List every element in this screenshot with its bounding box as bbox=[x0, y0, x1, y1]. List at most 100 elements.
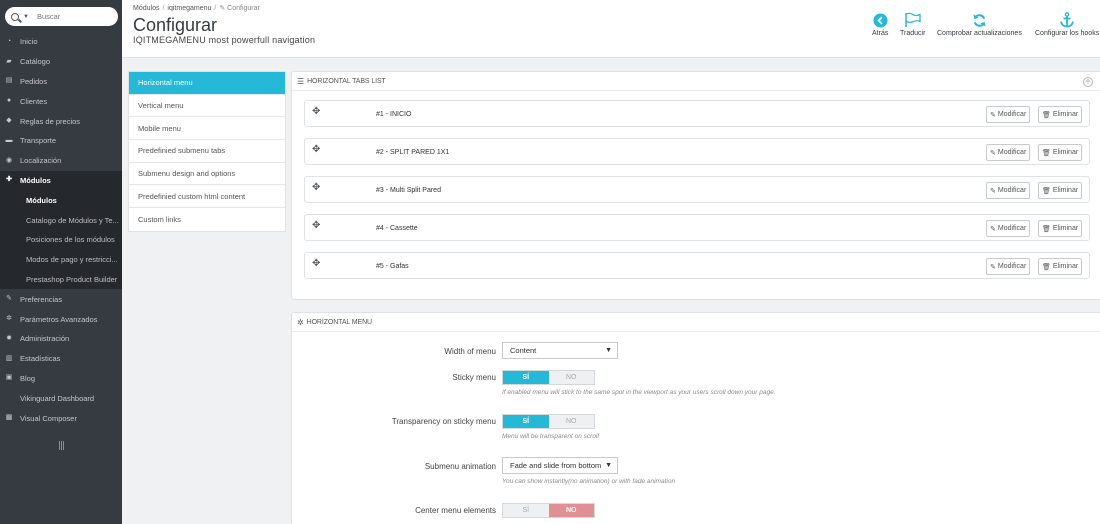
tab-predefined-html[interactable]: Predefinied custom html content bbox=[129, 185, 285, 209]
sidebar-item-localizacion[interactable]: ◉ Localización bbox=[0, 151, 122, 171]
sidebar-item-pedidos[interactable]: ▤ Pedidos bbox=[0, 72, 122, 92]
refresh-icon bbox=[972, 10, 987, 30]
tab-custom-links[interactable]: Custom links bbox=[129, 208, 285, 231]
transparency-switch[interactable]: SÍ NO bbox=[502, 414, 595, 429]
sidebar-item-transporte[interactable]: ▬ Transporte bbox=[0, 131, 122, 151]
sidebar-item-reglas[interactable]: ◆ Reglas de precios bbox=[0, 111, 122, 131]
transparency-yes-option[interactable]: SÍ bbox=[503, 415, 549, 428]
submenu-item-product-builder[interactable]: Prestashop Product Builder bbox=[0, 270, 122, 290]
sidebar-item-inicio[interactable]: ◔ Inicio bbox=[0, 32, 122, 52]
sidebar-item-parametros[interactable]: ✲ Parámetros Avanzados bbox=[0, 309, 122, 329]
sidebar-item-administracion[interactable]: ✹ Administración bbox=[0, 329, 122, 349]
edit-label: Modificar bbox=[997, 149, 1027, 156]
breadcrumb-modulos[interactable]: Módulos bbox=[133, 5, 159, 12]
translate-button[interactable]: Traducir bbox=[900, 10, 925, 37]
price-rules-icon: ◆ bbox=[6, 117, 12, 125]
search-icon[interactable] bbox=[11, 12, 19, 21]
drag-handle-icon[interactable]: ✥ bbox=[312, 106, 320, 117]
edit-button[interactable]: ✎ Modificar bbox=[986, 258, 1031, 275]
list-item[interactable]: ✥ #4 - Cassette ✎ Modificar 🗑 Eliminar bbox=[304, 214, 1090, 241]
check-updates-button[interactable]: Comprobar actualizaciones bbox=[937, 10, 1022, 37]
edit-label: Modificar bbox=[997, 263, 1027, 270]
edit-button[interactable]: ✎ Modificar bbox=[986, 144, 1031, 161]
tab-mobile-menu[interactable]: Mobile menu bbox=[129, 117, 285, 141]
tab-horizontal-menu[interactable]: Horizontal menu bbox=[129, 72, 285, 95]
submenu-animation-value: Fade and slide from bottom bbox=[510, 461, 602, 470]
delete-button[interactable]: 🗑 Eliminar bbox=[1038, 182, 1083, 199]
center-menu-label: Center menu elements bbox=[415, 506, 496, 515]
center-menu-switch[interactable]: SÍ NO bbox=[502, 503, 595, 518]
sidebar-item-visual-composer[interactable]: ▩ Visual Composer bbox=[0, 408, 122, 428]
sidebar-item-preferencias[interactable]: ✎ Preferencias bbox=[0, 289, 122, 309]
sidebar-item-vikinguard[interactable]: Vikinguard Dashboard bbox=[0, 388, 122, 408]
drag-handle-icon[interactable]: ✥ bbox=[312, 220, 320, 231]
sticky-menu-help: If enabled menu will stick to the same s… bbox=[502, 389, 776, 396]
sidebar-item-modulos[interactable]: ✚ Módulos bbox=[0, 170, 122, 191]
tab-vertical-menu[interactable]: Vertical menu bbox=[129, 95, 285, 118]
drag-handle-icon[interactable]: ✥ bbox=[312, 258, 320, 269]
horizontal-menu-panel: ✲ HORIZONTAL MENU Width of menu Content … bbox=[291, 312, 1100, 524]
sidebar-item-blog[interactable]: ▣ Blog bbox=[0, 369, 122, 389]
chevron-down-icon[interactable]: ▼ bbox=[23, 14, 29, 20]
edit-icon: ✎ bbox=[990, 149, 996, 157]
edit-button[interactable]: ✎ Modificar bbox=[986, 106, 1031, 123]
configure-hooks-button[interactable]: Configurar los hooks bbox=[1035, 10, 1099, 37]
search-input[interactable] bbox=[36, 12, 107, 21]
sticky-menu-switch[interactable]: SÍ NO bbox=[502, 370, 595, 385]
chevron-down-icon: ▼ bbox=[605, 462, 612, 469]
delete-label: Eliminar bbox=[1052, 225, 1079, 232]
center-yes-option[interactable]: SÍ bbox=[503, 504, 549, 517]
edit-label: Modificar bbox=[997, 187, 1027, 194]
submenu-item-modos-pago[interactable]: Modos de pago y restricci... bbox=[0, 250, 122, 270]
blog-icon: ▣ bbox=[5, 374, 13, 382]
width-of-menu-select[interactable]: Content ▼ bbox=[502, 342, 618, 359]
submenu-item-label: Prestashop Product Builder bbox=[26, 274, 118, 284]
sticky-no-option[interactable]: NO bbox=[549, 371, 595, 384]
edit-button[interactable]: ✎ Modificar bbox=[986, 220, 1031, 237]
sidebar-submenu: Módulos Catalogo de Módulos y Te... Posi… bbox=[0, 190, 122, 290]
submenu-animation-select[interactable]: Fade and slide from bottom ▼ bbox=[502, 457, 618, 474]
list-item[interactable]: ✥ #1 - INICIO ✎ Modificar 🗑 Eliminar bbox=[304, 100, 1090, 127]
sidebar-item-label: Localización bbox=[20, 156, 62, 166]
edit-icon: ✎ bbox=[990, 225, 996, 233]
submenu-item-posiciones[interactable]: Posiciones de los módulos bbox=[0, 230, 122, 250]
delete-button[interactable]: 🗑 Eliminar bbox=[1038, 106, 1083, 123]
center-no-option[interactable]: NO bbox=[548, 504, 594, 517]
sidebar-item-label: Módulos bbox=[20, 175, 51, 185]
delete-button[interactable]: 🗑 Eliminar bbox=[1038, 144, 1083, 161]
submenu-item-catalogo-modulos[interactable]: Catalogo de Módulos y Te... bbox=[0, 210, 122, 230]
cogs-icon: ✲ bbox=[297, 317, 304, 327]
sidebar-item-label: Parámetros Avanzados bbox=[20, 314, 98, 324]
transparency-no-option[interactable]: NO bbox=[549, 415, 595, 428]
delete-button[interactable]: 🗑 Eliminar bbox=[1038, 220, 1083, 237]
sidebar-item-estadisticas[interactable]: ▥ Estadísticas bbox=[0, 349, 122, 369]
search-box[interactable]: ▼ bbox=[5, 7, 118, 26]
add-tab-icon[interactable]: + bbox=[1083, 77, 1093, 87]
check-updates-label: Comprobar actualizaciones bbox=[937, 30, 1022, 37]
submenu-animation-help: You can show instantly(no animation) or … bbox=[502, 478, 676, 485]
drag-handle-icon[interactable]: ✥ bbox=[312, 144, 320, 155]
breadcrumb-iqitmegamenu[interactable]: iqitmegamenu bbox=[167, 5, 211, 12]
transparency-label: Transparency on sticky menu bbox=[391, 417, 496, 426]
trash-icon: 🗑 bbox=[1042, 225, 1051, 233]
puzzle-icon: ✚ bbox=[6, 176, 12, 184]
stats-icon: ▥ bbox=[5, 354, 13, 362]
sidebar-item-catalogo[interactable]: ▰ Catálogo bbox=[0, 52, 122, 72]
submenu-item-label: Módulos bbox=[26, 195, 57, 205]
sticky-yes-option[interactable]: SÍ bbox=[503, 371, 549, 384]
list-item[interactable]: ✥ #5 - Gafas ✎ Modificar 🗑 Eliminar bbox=[304, 252, 1090, 279]
back-button[interactable]: Atrás bbox=[872, 10, 888, 37]
sidebar-item-label: Pedidos bbox=[20, 76, 48, 86]
tab-predefined-submenu-tabs[interactable]: Predefinied submenu tabs bbox=[129, 140, 285, 163]
list-item[interactable]: ✥ #2 - SPLIT PARED 1X1 ✎ Modificar 🗑 Elimi… bbox=[304, 138, 1090, 165]
submenu-item-modulos[interactable]: Módulos bbox=[0, 190, 122, 210]
edit-button[interactable]: ✎ Modificar bbox=[986, 182, 1031, 199]
sidebar-item-clientes[interactable]: ● Clientes bbox=[0, 91, 122, 111]
tab-submenu-design[interactable]: Submenu design and options bbox=[129, 163, 285, 186]
submenu-item-label: Posiciones de los módulos bbox=[26, 235, 115, 245]
edit-label: Modificar bbox=[997, 225, 1027, 232]
delete-button[interactable]: 🗑 Eliminar bbox=[1038, 258, 1083, 275]
drag-handle-icon[interactable]: ✥ bbox=[312, 182, 320, 193]
list-item[interactable]: ✥ #3 - Multi Split Pared ✎ Modificar 🗑 Eli… bbox=[304, 176, 1090, 203]
sidebar-collapse-icon[interactable] bbox=[59, 441, 64, 450]
